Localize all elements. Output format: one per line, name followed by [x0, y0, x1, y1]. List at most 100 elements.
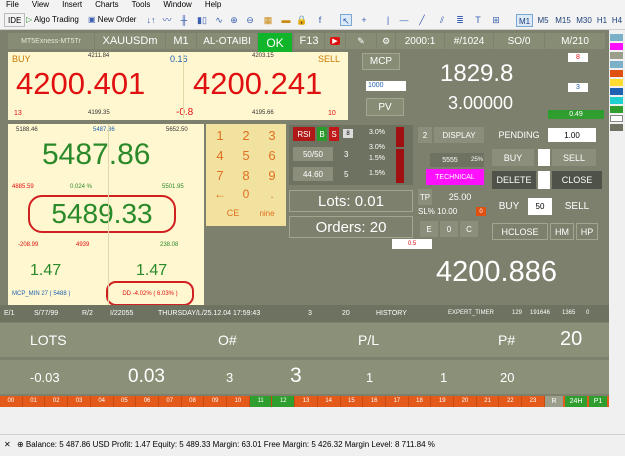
sell-button-2[interactable]: SELL [558, 198, 596, 215]
swatch-6[interactable] [610, 79, 623, 86]
grid-icon[interactable]: ▦ [262, 14, 274, 26]
hour-cell[interactable]: 06 [136, 396, 159, 407]
hour-cell[interactable]: 11 [249, 396, 273, 407]
pencil-icon[interactable]: ✎ [346, 33, 376, 49]
tf-m15[interactable]: M15 [553, 14, 573, 27]
shapes-icon[interactable]: ⊞ [490, 14, 502, 26]
menu-help[interactable]: Help [205, 0, 221, 10]
sell-label[interactable]: SELL [318, 54, 340, 64]
nine-button[interactable]: nine [252, 206, 282, 220]
buy-arrow-icon[interactable]: ↓↑ [145, 14, 157, 26]
hour-cell[interactable]: 15 [341, 396, 364, 407]
key-6[interactable]: 6 [260, 146, 284, 164]
tf-m30[interactable]: M30 [574, 14, 594, 27]
folder-icon[interactable]: ▬ [280, 14, 292, 26]
swatch-5[interactable] [610, 70, 623, 77]
text-icon[interactable]: T [472, 14, 484, 26]
hour-cell[interactable]: 19 [431, 396, 455, 407]
delete-button[interactable]: DELETE [492, 171, 536, 189]
swatch-10[interactable] [610, 115, 623, 122]
sl-percent[interactable]: SL% 10.00 [418, 207, 457, 216]
hour-cell[interactable]: 12 [272, 396, 296, 407]
cursor-icon[interactable]: ↖ [340, 14, 352, 26]
hour-cell[interactable]: 17 [386, 396, 409, 407]
swatch-9[interactable] [610, 106, 623, 113]
delete-toggle[interactable] [538, 171, 550, 189]
lock-icon[interactable]: 🔒 [296, 14, 308, 26]
hour-cell[interactable]: 22 [499, 396, 523, 407]
strip-24h-button[interactable]: 24H [565, 396, 587, 407]
menu-file[interactable]: File [6, 0, 19, 10]
key-0[interactable]: 0 [234, 186, 258, 202]
chart-area[interactable]: MT5Exness-MT5Tr XAUUSDm M1 AL-OTAIBI OK … [0, 30, 609, 407]
lots-label[interactable]: Lots: 0.01 [289, 190, 413, 212]
key-4[interactable]: 4 [208, 146, 232, 164]
fibonacci-icon[interactable]: ≣ [454, 14, 466, 26]
menu-charts[interactable]: Charts [95, 0, 119, 10]
chart-line-icon[interactable]: 〰 [161, 14, 173, 26]
rsi-button[interactable]: RSI [293, 127, 315, 141]
hour-cell[interactable]: 00 [0, 396, 23, 407]
zoom-in-icon[interactable]: ⊕ [228, 14, 240, 26]
history-button[interactable]: HISTORY [376, 305, 407, 322]
line-icon[interactable]: ∿ [213, 14, 225, 26]
crosshair-icon[interactable]: + [358, 14, 370, 26]
technical-button[interactable]: TECHNICAL [426, 169, 484, 185]
key-8[interactable]: 8 [234, 166, 258, 184]
bar-chart-icon[interactable]: ╫ [178, 14, 190, 26]
strip-p1-button[interactable]: P1 [589, 396, 607, 407]
swatch-8[interactable] [610, 97, 623, 104]
swatch-1[interactable] [610, 34, 623, 41]
c-button[interactable]: C [460, 221, 478, 237]
strip-r-button[interactable]: R [545, 396, 563, 407]
settings-icon[interactable]: ⚙ [377, 33, 395, 49]
swatch-2[interactable] [610, 43, 623, 50]
ide-button[interactable]: IDE [4, 13, 26, 27]
key-backspace[interactable]: ← [208, 186, 232, 202]
key-2[interactable]: 2 [234, 126, 258, 144]
rsi-n8[interactable]: 8 [343, 129, 353, 138]
buy-button[interactable]: BUY [492, 149, 534, 166]
key-5[interactable]: 5 [234, 146, 258, 164]
hour-cell[interactable]: 18 [409, 396, 432, 407]
close-icon[interactable]: ✕ [4, 440, 11, 449]
tf-m5[interactable]: M5 [535, 14, 551, 27]
swatch-4[interactable] [610, 61, 623, 68]
youtube-button[interactable]: ▶ [325, 33, 345, 49]
hp-button[interactable]: HP [576, 223, 598, 240]
menu-tools[interactable]: Tools [132, 0, 151, 10]
hour-cell[interactable]: 02 [45, 396, 69, 407]
e-button[interactable]: E [420, 221, 438, 237]
display-button[interactable]: DISPLAY [434, 127, 484, 143]
pending-label[interactable]: PENDING [492, 127, 546, 143]
rsi-buy-button[interactable]: B [317, 127, 327, 141]
buy-label[interactable]: BUY [12, 54, 31, 64]
pending-value[interactable]: 1.00 [548, 128, 596, 142]
key-dot[interactable]: . [260, 186, 284, 202]
horizontal-line-icon[interactable]: — [398, 14, 410, 26]
vertical-line-icon[interactable]: | [382, 14, 394, 26]
candles-icon[interactable]: ▮▯ [196, 14, 208, 26]
menu-view[interactable]: View [32, 0, 49, 10]
hour-cell[interactable]: 05 [114, 396, 137, 407]
menu-window[interactable]: Window [163, 0, 191, 10]
hour-cell[interactable]: 10 [227, 396, 250, 407]
hour-cell[interactable]: 03 [68, 396, 91, 407]
hclose-button[interactable]: HCLOSE [492, 223, 548, 240]
rsi-5050[interactable]: 50/50 [293, 147, 333, 161]
indicators-icon[interactable]: f [314, 14, 326, 26]
hour-cell[interactable]: 14 [318, 396, 341, 407]
new-order-button[interactable]: ▣ New Order [88, 13, 136, 27]
hm-button[interactable]: HM [550, 223, 574, 240]
hour-cell[interactable]: 08 [182, 396, 205, 407]
channel-icon[interactable]: ⫽ [436, 14, 448, 26]
sell-button[interactable]: SELL [552, 149, 596, 166]
mcp-input[interactable]: 1000 [366, 81, 406, 91]
key-7[interactable]: 7 [208, 166, 232, 184]
ok-button[interactable]: OK [258, 33, 292, 52]
key-9[interactable]: 9 [260, 166, 284, 184]
hour-cell[interactable]: 07 [159, 396, 182, 407]
swatch-11[interactable] [610, 124, 623, 131]
display-n2[interactable]: 2 [418, 127, 432, 143]
tp-value[interactable]: 25.00 [436, 189, 484, 205]
